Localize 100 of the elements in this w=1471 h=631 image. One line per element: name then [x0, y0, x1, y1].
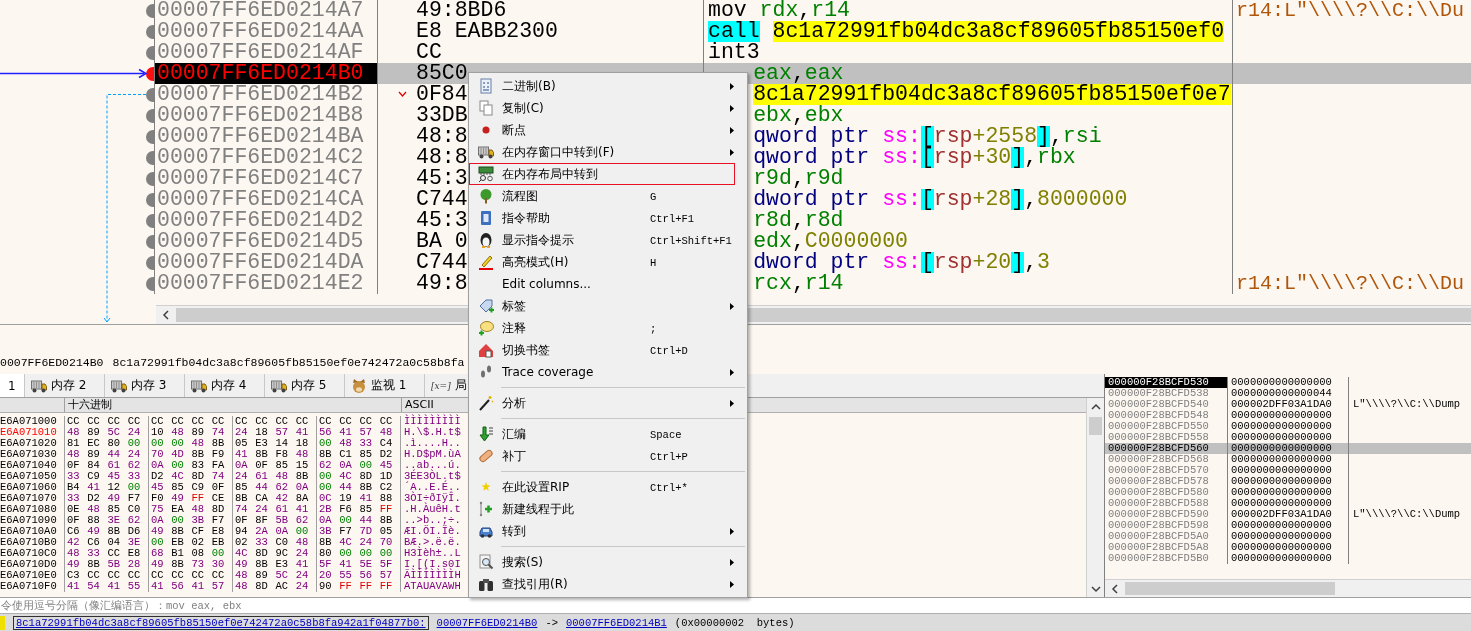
- hex-byte: 44: [339, 482, 353, 493]
- hex-byte: F9: [211, 449, 226, 460]
- comment-text: L"\\\\?\\C:\\Dump: [1353, 399, 1461, 410]
- breakpoint-marker[interactable]: [146, 150, 154, 165]
- menu-item[interactable]: 在此设置RIP Ctrl+*: [469, 476, 735, 498]
- menu-item[interactable]: 搜索(S): [469, 551, 735, 573]
- menu-item[interactable]: 汇编 Space: [469, 423, 735, 445]
- menu-item[interactable]: 标签: [469, 295, 735, 317]
- breakpoint-marker[interactable]: [146, 234, 154, 249]
- hex-byte: F7: [127, 493, 142, 504]
- hex-byte: CC: [275, 416, 290, 427]
- hex-byte: 0F: [255, 460, 269, 471]
- instruction-text: 8c1a72991fb04dc3a8cf89605fb85150ef0e7: [753, 84, 1231, 105]
- menu-item[interactable]: 在内存窗口中转到(F): [469, 141, 735, 163]
- hex-byte: 8B: [319, 449, 333, 460]
- bytes-cell: 45:3: [416, 210, 468, 231]
- hex-byte: 00: [339, 548, 353, 559]
- breakpoint-marker[interactable]: [146, 213, 154, 228]
- menu-item[interactable]: 断点: [469, 119, 735, 141]
- hex-byte: EA: [171, 504, 185, 515]
- hex-byte: CC: [191, 416, 206, 427]
- menu-item[interactable]: 查找引用(R): [469, 573, 735, 595]
- hex-byte: 75: [151, 504, 165, 515]
- menu-item[interactable]: 高亮模式(H) H: [469, 251, 735, 273]
- dump-address: E6A071090: [0, 515, 58, 526]
- hex-byte: CC: [235, 416, 249, 427]
- breakpoint-marker[interactable]: [146, 66, 154, 81]
- breakpoint-marker[interactable]: [146, 24, 154, 39]
- instruction-text: r9d,r9d: [753, 168, 844, 189]
- comment-text: L"\\\\?\\C:\\Dump: [1353, 509, 1461, 520]
- hex-byte: 0F: [67, 515, 81, 526]
- menu-item[interactable]: 补丁 Ctrl+P: [469, 445, 735, 467]
- instruction-text: ebx,ebx: [753, 105, 844, 126]
- instruction-text: eax,eax: [753, 63, 844, 84]
- breakpoint-marker[interactable]: [146, 87, 154, 102]
- menu-item[interactable]: 转到: [469, 520, 735, 542]
- breakpoint-marker[interactable]: [146, 255, 154, 270]
- hex-byte: 85: [235, 482, 249, 493]
- tab[interactable]: 1: [0, 374, 25, 397]
- stack-value: 0000000000000000: [1227, 487, 1348, 498]
- stack-value: 0000000000000000: [1227, 377, 1348, 388]
- breakpoint-marker[interactable]: [146, 45, 154, 60]
- hex-byte: FF: [379, 504, 394, 515]
- address-link[interactable]: 00007FF6ED0214B1: [566, 616, 667, 629]
- hex-byte: 56: [319, 427, 333, 438]
- ascii-text: ÃÌÌÌÌÌÌÌH: [404, 569, 461, 581]
- menu-item[interactable]: 流程图 G: [469, 185, 735, 207]
- breakpoint-marker[interactable]: [146, 192, 154, 207]
- breakpoint-marker[interactable]: [146, 276, 154, 291]
- menu-item[interactable]: 注释 ;: [469, 317, 735, 339]
- pen-icon: [478, 254, 494, 270]
- scrollbar-thumb[interactable]: [1089, 417, 1102, 435]
- hex-byte: 8B: [191, 449, 206, 460]
- hex-byte: 00: [319, 438, 333, 449]
- hex-byte: CE: [211, 493, 226, 504]
- instruction-text: qword ptr ss:[rsp+30],rbx: [753, 147, 1076, 168]
- hex-byte: E3: [275, 559, 290, 570]
- instruction-text: mov rdx,r14: [708, 0, 850, 21]
- dump-address: E6A071080: [0, 504, 58, 515]
- hex-byte: 48: [67, 427, 81, 438]
- breakpoint-marker[interactable]: [146, 108, 154, 123]
- menu-item[interactable]: 指令帮助 Ctrl+F1: [469, 207, 735, 229]
- hex-byte: 02: [191, 537, 206, 548]
- hex-byte: 24: [127, 449, 142, 460]
- breakpoint-marker[interactable]: [146, 171, 154, 186]
- menu-item[interactable]: 新建线程于此: [469, 498, 735, 520]
- breakpoint-marker[interactable]: [146, 129, 154, 144]
- breakpoint-marker[interactable]: [146, 3, 154, 18]
- hex-byte: 18: [255, 427, 269, 438]
- dump-address: E6A0710A0: [0, 526, 58, 537]
- menu-item[interactable]: 显示指令提示 Ctrl+Shift+F1: [469, 229, 735, 251]
- status-indicator: [0, 615, 5, 630]
- menu-item[interactable]: 切换书签 Ctrl+D: [469, 339, 735, 361]
- address-link[interactable]: 00007FF6ED0214B0: [436, 616, 538, 629]
- hex-byte: 5B: [107, 559, 122, 570]
- hex-byte: F6: [339, 504, 353, 515]
- hex-byte: 41: [295, 504, 310, 515]
- scrollbar-thumb[interactable]: [1125, 582, 1335, 595]
- plus-icon: [478, 501, 494, 517]
- ascii-text: ATAUAVAWH: [404, 580, 461, 592]
- hex-byte: 5B: [275, 515, 290, 526]
- shortcut-text: Ctrl+F1: [650, 213, 695, 225]
- menu-item[interactable]: Edit columns...: [469, 273, 735, 295]
- size-text: (0x00000002 bytes): [674, 616, 795, 629]
- menu-item[interactable]: 二进制(B): [469, 75, 735, 97]
- hex-byte: 08: [191, 548, 206, 559]
- hex-byte: FF: [379, 581, 394, 592]
- search-icon: [478, 554, 494, 570]
- hex-byte: 68: [151, 548, 165, 559]
- hex-byte: CC: [255, 416, 269, 427]
- status-label[interactable]: 8c1a72991fb04dc3a8cf89605fb85150ef0e742472a0c58b8fa942a1f04877b0:: [13, 615, 429, 630]
- comment-text: r14:L"\\\\?\\C:\\Du: [1236, 273, 1465, 294]
- stack-address: 000000F28BCFD5A0: [1107, 531, 1210, 542]
- hex-byte: CC: [107, 570, 122, 581]
- hex-byte: 24: [359, 537, 374, 548]
- hex-byte: 33: [255, 537, 269, 548]
- menu-item[interactable]: 复制(C): [469, 97, 735, 119]
- hex-byte: CC: [107, 416, 122, 427]
- hex-byte: 14: [275, 438, 290, 449]
- menu-item[interactable]: 在内存布局中转到: [469, 163, 735, 185]
